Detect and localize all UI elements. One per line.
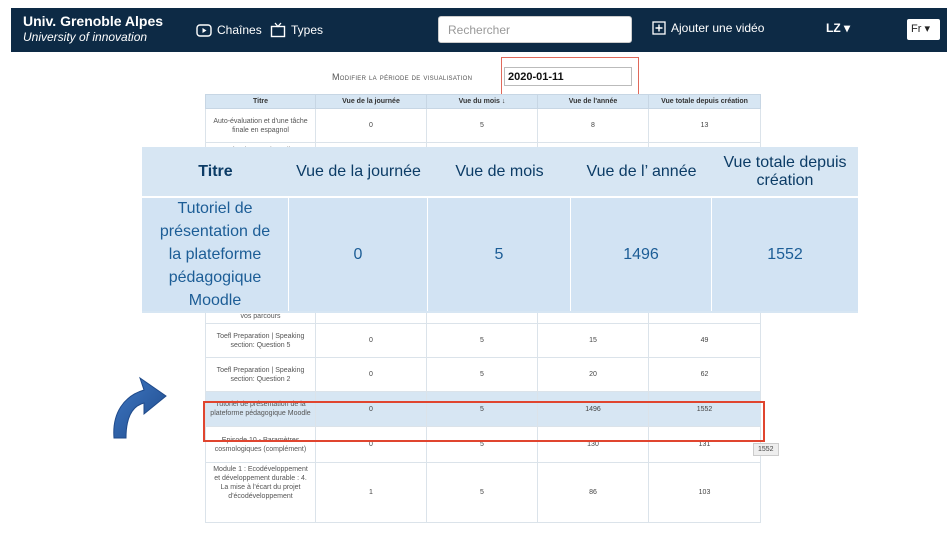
top-navbar: Univ. Grenoble Alpes University of innov… <box>11 8 947 52</box>
cell-month: 5 <box>426 462 538 523</box>
zoomed-row-callout: Titre Vue de la journée Vue de mois Vue … <box>142 147 858 313</box>
cell-day: 0 <box>315 323 427 358</box>
add-video-button[interactable]: Ajouter une vidéo <box>652 21 764 35</box>
cell-total: 13 <box>648 108 761 143</box>
zoom-data-row: Tutoriel de présentation de la plateform… <box>142 198 858 311</box>
zoom-header-total: Vue totale depuis création <box>723 153 847 189</box>
zoom-header-year: Vue de l’ année <box>586 162 697 180</box>
plus-square-icon <box>652 21 666 35</box>
brand-tagline: University of innovation <box>23 30 148 44</box>
tv-icon <box>270 22 286 38</box>
brand-name: Univ. Grenoble Alpes <box>23 13 164 29</box>
cell-day: 0 <box>315 357 427 392</box>
table-row: Module 1 : Ecodéveloppement et développe… <box>205 462 761 523</box>
zoom-cell-day: 0 <box>289 198 428 311</box>
nav-channels-link[interactable]: Chaînes <box>196 21 262 39</box>
brand-logo[interactable]: Univ. Grenoble Alpes University of innov… <box>23 13 163 44</box>
cell-title[interactable]: Toefl Preparation | Speaking section: Qu… <box>205 323 316 358</box>
user-menu[interactable]: LZ ▾ <box>826 21 850 35</box>
add-video-label: Ajouter une vidéo <box>671 21 765 35</box>
zoom-cell-title: Tutoriel de présentation de la plateform… <box>142 198 289 311</box>
table-header-row: Titre Vue de la journée Vue du mois ↓ Vu… <box>205 94 761 109</box>
table-row: Toefl Preparation | Speaking section: Qu… <box>205 323 761 358</box>
header-year[interactable]: Vue de l'année <box>537 94 649 109</box>
cell-total: 49 <box>648 323 761 358</box>
cell-year: 20 <box>537 357 649 392</box>
header-day[interactable]: Vue de la journée <box>315 94 427 109</box>
value-tooltip: 1552 <box>753 443 779 456</box>
header-title[interactable]: Titre <box>205 94 316 109</box>
cell-month: 5 <box>426 357 538 392</box>
cell-year: 86 <box>537 462 649 523</box>
nav-channels-label: Chaînes <box>217 23 262 37</box>
header-month[interactable]: Vue du mois ↓ <box>426 94 538 109</box>
nav-types-label: Types <box>291 23 324 37</box>
cell-total: 62 <box>648 357 761 392</box>
page: Univ. Grenoble Alpes University of innov… <box>0 0 950 537</box>
cell-title[interactable]: Toefl Preparation | Speaking section: Qu… <box>205 357 316 392</box>
cell-title[interactable]: Module 1 : Ecodéveloppement et développe… <box>205 462 316 523</box>
play-icon <box>196 23 212 37</box>
language-select[interactable]: Fr ▾ <box>907 19 940 40</box>
cell-year: 8 <box>537 108 649 143</box>
table-row: Toefl Preparation | Speaking section: Qu… <box>205 357 761 392</box>
cell-total: 103 <box>648 462 761 523</box>
zoom-header-day: Vue de la journée <box>296 162 421 180</box>
zoom-header-row: Titre Vue de la journée Vue de mois Vue … <box>142 147 858 198</box>
curved-arrow-icon <box>113 376 167 439</box>
zoom-cell-year: 1496 <box>571 198 712 311</box>
cell-day: 1 <box>315 462 427 523</box>
cell-title[interactable]: Auto-évaluation et d'une tâche finale en… <box>205 108 316 143</box>
zoom-header-month: Vue de mois <box>455 162 544 180</box>
cell-day: 0 <box>315 108 427 143</box>
search-input[interactable] <box>438 16 632 43</box>
cell-month: 5 <box>426 323 538 358</box>
table-row: Auto-évaluation et d'une tâche finale en… <box>205 108 761 143</box>
row-highlight-box <box>203 401 765 442</box>
period-label: Modifier la période de visualisation <box>332 72 473 82</box>
zoom-header-title: Titre <box>198 162 233 180</box>
period-highlight-box <box>501 57 639 95</box>
header-total[interactable]: Vue totale depuis création <box>648 94 761 109</box>
cell-year: 15 <box>537 323 649 358</box>
cell-month: 5 <box>426 108 538 143</box>
nav-types-link[interactable]: Types <box>270 21 323 39</box>
zoom-cell-month: 5 <box>428 198 571 311</box>
zoom-cell-total: 1552 <box>767 246 803 263</box>
